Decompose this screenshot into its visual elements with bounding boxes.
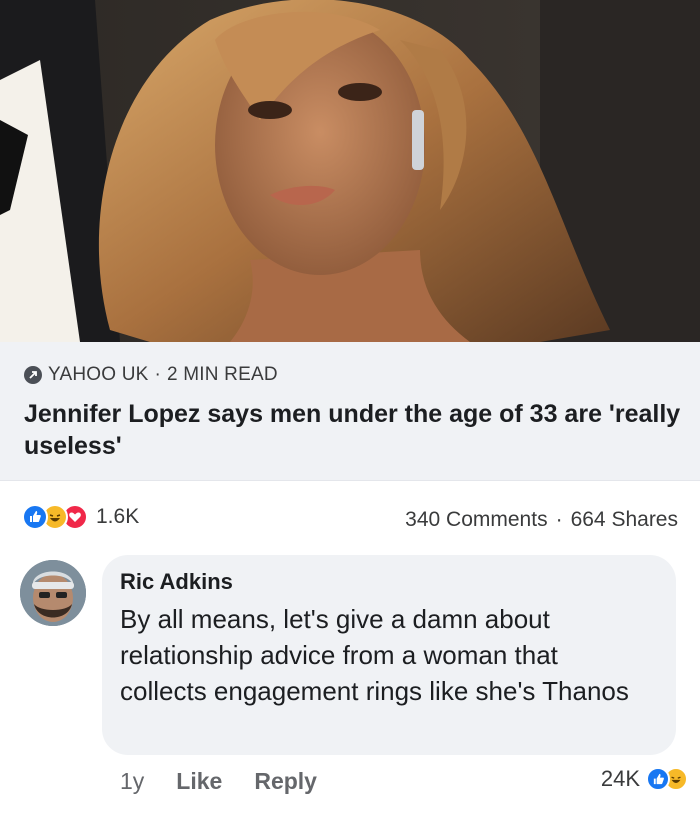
post-image[interactable] bbox=[0, 0, 700, 342]
reaction-summary[interactable]: 1.6K bbox=[22, 504, 139, 530]
reaction-count: 1.6K bbox=[96, 505, 140, 528]
reply-button[interactable]: Reply bbox=[254, 768, 317, 795]
comment-text: By all means, let's give a damn about re… bbox=[120, 604, 629, 706]
commenter-avatar[interactable] bbox=[20, 560, 86, 626]
comment-reactions[interactable]: 24K bbox=[600, 766, 688, 792]
link-preview[interactable]: YAHOO UK · 2 MIN READ Jennifer Lopez say… bbox=[0, 342, 700, 481]
comment-actions: 1y Like Reply bbox=[120, 768, 317, 795]
comment-age[interactable]: 1y bbox=[120, 768, 144, 795]
comment-author[interactable]: Ric Adkins bbox=[120, 569, 233, 595]
like-reaction-icon bbox=[22, 504, 48, 530]
stats-separator: · bbox=[555, 508, 563, 531]
engagement-counts: 340 Comments · 664 Shares bbox=[405, 508, 678, 532]
external-link-icon bbox=[24, 366, 42, 384]
source-name: YAHOO UK bbox=[48, 364, 149, 385]
post-stats: 1.6K 340 Comments · 664 Shares bbox=[0, 494, 700, 540]
like-reaction-icon bbox=[646, 767, 670, 791]
article-headline[interactable]: Jennifer Lopez says men under the age of… bbox=[24, 398, 684, 462]
portrait-illustration bbox=[0, 0, 700, 342]
comment-bubble: Ric Adkins By all means, let's give a da… bbox=[102, 555, 676, 755]
source-line: YAHOO UK · 2 MIN READ bbox=[24, 364, 278, 386]
avatar-image bbox=[20, 560, 86, 626]
shares-count[interactable]: 664 Shares bbox=[571, 508, 678, 532]
comments-count[interactable]: 340 Comments bbox=[405, 508, 547, 532]
comment-reaction-count: 24K bbox=[600, 766, 640, 791]
like-button[interactable]: Like bbox=[176, 768, 222, 795]
source-separator: · bbox=[154, 364, 162, 385]
read-time: 2 MIN READ bbox=[167, 364, 278, 385]
